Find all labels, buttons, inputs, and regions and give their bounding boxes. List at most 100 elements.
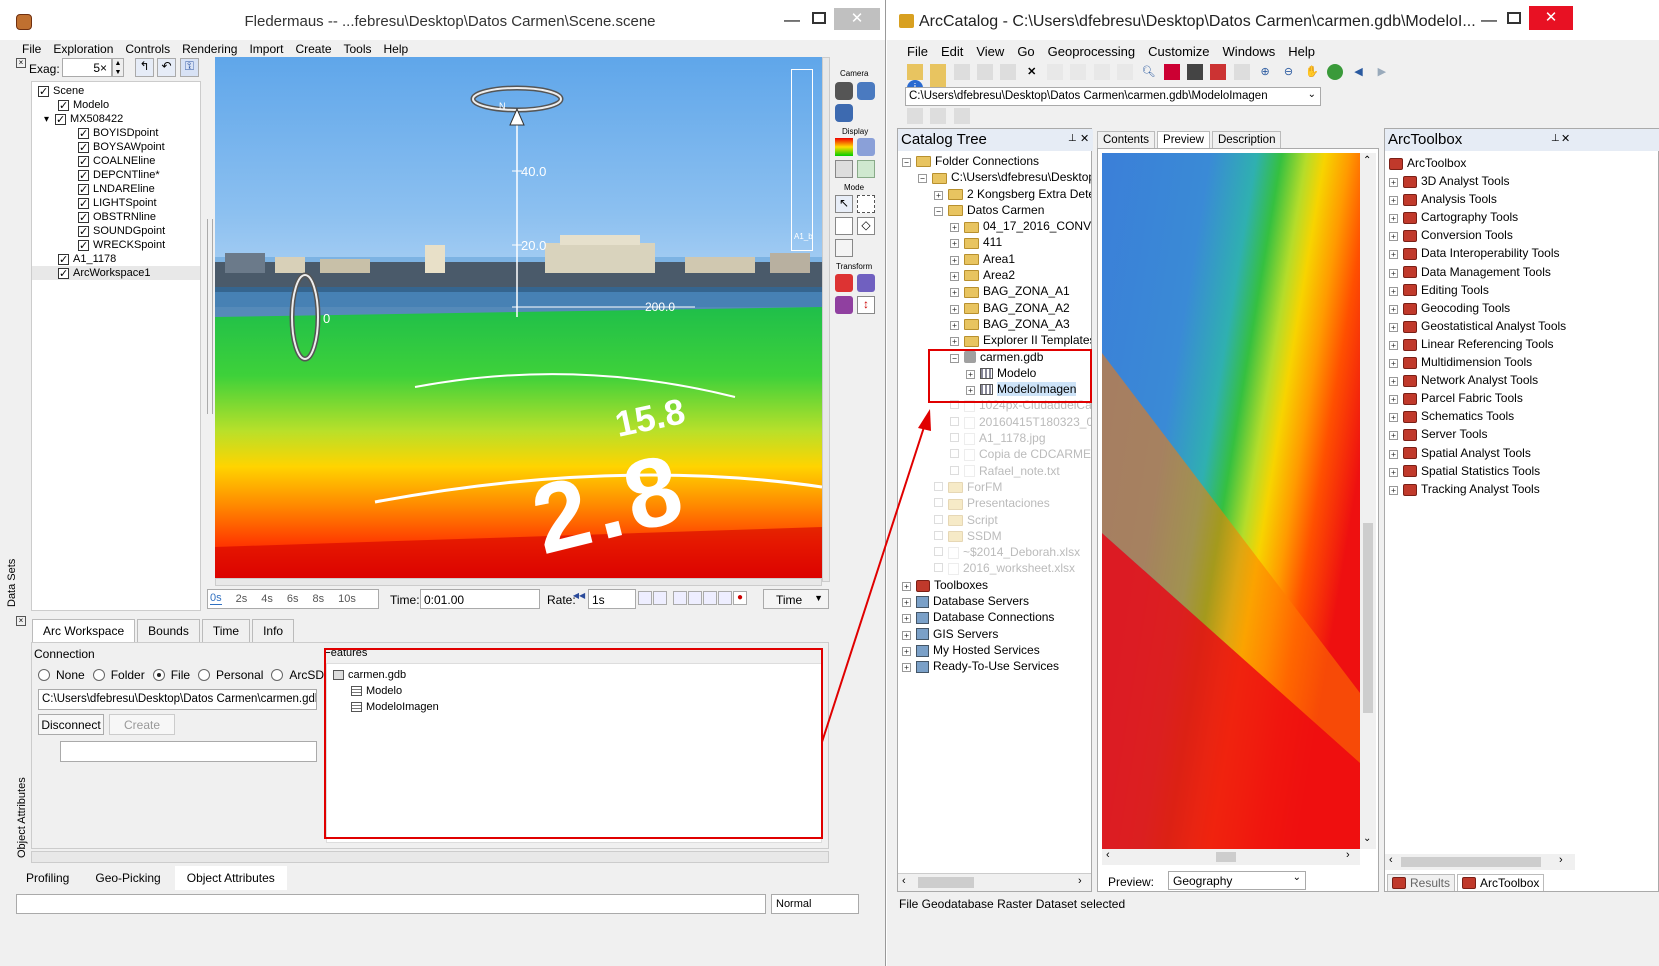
catalog-item[interactable]: SSDM [902, 528, 1091, 544]
expand-icon[interactable] [950, 449, 959, 459]
ac-menu-file[interactable]: File [907, 44, 928, 59]
expand-icon[interactable]: + [1389, 413, 1398, 423]
dataset-item[interactable]: ✓ WRECKSpoint [32, 238, 200, 252]
catalog-scroll-thumb[interactable] [918, 877, 974, 888]
expand-icon[interactable]: + [1389, 340, 1398, 350]
up-folder-icon[interactable] [907, 64, 923, 80]
dataset-item[interactable]: ✓ ArcWorkspace1 [32, 266, 200, 280]
command-icon[interactable] [1187, 64, 1204, 80]
expand-icon[interactable]: + [902, 614, 911, 624]
tab-time[interactable]: Time [201, 619, 251, 642]
expand-icon[interactable] [934, 563, 943, 573]
toolbox-item[interactable]: + Geocoding Tools [1389, 299, 1659, 317]
search-icon[interactable]: 🔍︎ [1140, 64, 1156, 80]
back-icon[interactable]: ◀ [1351, 64, 1367, 80]
rewind-icon[interactable] [673, 591, 687, 605]
dataset-checkbox[interactable]: ✓ [38, 85, 49, 97]
thumbnails-icon[interactable] [1117, 64, 1134, 80]
tab-results[interactable]: Results [1387, 873, 1456, 891]
expand-icon[interactable] [950, 433, 959, 443]
expand-icon[interactable]: + [950, 239, 959, 249]
dataset-item[interactable]: ✓ OBSTRNline [32, 210, 200, 224]
tab-arctoolbox[interactable]: ArcToolbox [1457, 873, 1545, 891]
ac-menu-help[interactable]: Help [1288, 44, 1315, 59]
dataset-item[interactable]: ✓ SOUNDGpoint [32, 224, 200, 238]
disconnect-button[interactable]: Disconnect [38, 714, 104, 735]
ac-menu-view[interactable]: View [976, 44, 1004, 59]
catalog-item[interactable]: 2016_worksheet.xlsx [902, 560, 1091, 576]
fm-close-button[interactable]: ✕ [834, 8, 880, 30]
expand-icon[interactable]: + [1389, 377, 1398, 387]
expand-icon[interactable]: + [1389, 250, 1398, 260]
catalog-item[interactable]: Copia de CDCARMEN [902, 446, 1091, 462]
preview-vscrollbar[interactable]: ⌃ ⌄ [1360, 153, 1376, 849]
catalog-item[interactable]: + GIS Servers [902, 626, 1091, 642]
expand-icon[interactable] [950, 465, 959, 475]
radio-folder[interactable]: Folder [92, 668, 145, 682]
catalog-item[interactable]: + Database Servers [902, 593, 1091, 609]
expand-icon[interactable]: + [902, 646, 911, 656]
scene-vscrollbar[interactable] [822, 57, 830, 582]
dataset-item[interactable]: ✓ COALNEline [32, 154, 200, 168]
ac-menu-customize[interactable]: Customize [1148, 44, 1209, 59]
transform-rotate-icon[interactable] [857, 274, 875, 292]
expand-icon[interactable]: + [1389, 232, 1398, 242]
rate-one-icon[interactable] [653, 591, 667, 605]
create-button[interactable]: Create [109, 714, 175, 735]
dataset-item[interactable]: ✓ Modelo [32, 98, 200, 112]
exag-spinner[interactable]: ▲ ▼ [112, 58, 124, 77]
transform-scale-icon[interactable] [835, 296, 853, 314]
preview-hscrollbar[interactable]: ‹ › [1102, 849, 1360, 865]
radio-file[interactable]: File [152, 668, 190, 682]
tab-bounds[interactable]: Bounds [137, 619, 200, 642]
toolbox-item[interactable]: + Server Tools [1389, 425, 1659, 443]
preview-vscroll-thumb[interactable] [1363, 523, 1373, 713]
dataset-checkbox[interactable]: ✓ [78, 127, 89, 139]
dataset-checkbox[interactable]: ✓ [78, 211, 89, 223]
dataset-checkbox[interactable]: ✓ [78, 183, 89, 195]
toolbox-item[interactable]: + Data Interoperability Tools [1389, 244, 1659, 262]
play-icon[interactable] [688, 591, 702, 605]
dataset-item[interactable]: ✓ BOYSAWpoint [32, 140, 200, 154]
connect-folder-icon[interactable] [930, 64, 947, 80]
ac-minimize-button[interactable]: — [1477, 12, 1501, 30]
expand-icon[interactable]: + [950, 320, 959, 330]
paste-icon[interactable] [1000, 64, 1017, 80]
dataset-checkbox[interactable]: ✓ [78, 141, 89, 153]
copy-icon[interactable] [977, 64, 994, 80]
scene-hscrollbar[interactable] [215, 578, 822, 586]
display-colormap-icon[interactable] [835, 138, 853, 156]
zoom-in-icon[interactable]: ⊕ [1257, 64, 1273, 80]
ac-maximize-button[interactable] [1507, 12, 1521, 24]
dataset-checkbox[interactable]: ✓ [78, 239, 89, 251]
catalog-item[interactable]: Presentaciones [902, 495, 1091, 511]
fm-menu-exploration[interactable]: Exploration [53, 42, 113, 56]
transform-axis-icon[interactable]: ↕ [857, 296, 875, 314]
catalog-item[interactable]: +411 [902, 234, 1091, 250]
fm-menu-create[interactable]: Create [295, 42, 331, 56]
toolbox-item[interactable]: +3D Analyst Tools [1389, 172, 1659, 190]
expand-icon[interactable]: + [1389, 485, 1398, 495]
expand-icon[interactable]: + [934, 190, 943, 200]
display-grid-icon[interactable] [835, 160, 853, 178]
bottom-hscrollbar[interactable] [31, 851, 829, 863]
expand-icon[interactable]: + [1389, 395, 1398, 405]
model-icon[interactable] [1210, 64, 1227, 80]
dataset-checkbox[interactable]: ✓ [78, 197, 89, 209]
catalog-item[interactable]: + BAG_ZONA_A2 [902, 300, 1091, 316]
radio-personal[interactable]: Personal [198, 668, 263, 682]
fm-maximize-button[interactable] [812, 12, 826, 24]
preview-image[interactable] [1102, 153, 1360, 849]
expand-icon[interactable]: + [1389, 449, 1398, 459]
expand-icon[interactable]: + [1389, 178, 1398, 188]
mode-select-icon[interactable]: ↖ [835, 195, 853, 213]
mode-pick-icon[interactable] [835, 217, 853, 235]
display-cube-icon[interactable] [857, 138, 875, 156]
time-input[interactable]: 0:01.00 [420, 589, 540, 609]
dataset-item[interactable]: ✓ BOYISDpoint [32, 126, 200, 140]
import-icon[interactable] [953, 108, 970, 124]
expand-icon[interactable]: + [902, 630, 911, 640]
location-input[interactable]: C:\Users\dfebresu\Desktop\Datos Carmen\c… [905, 87, 1321, 106]
ac-titlebar[interactable]: ArcCatalog - C:\Users\dfebresu\Desktop\D… [887, 0, 1659, 40]
tab-info[interactable]: Info [252, 619, 295, 642]
